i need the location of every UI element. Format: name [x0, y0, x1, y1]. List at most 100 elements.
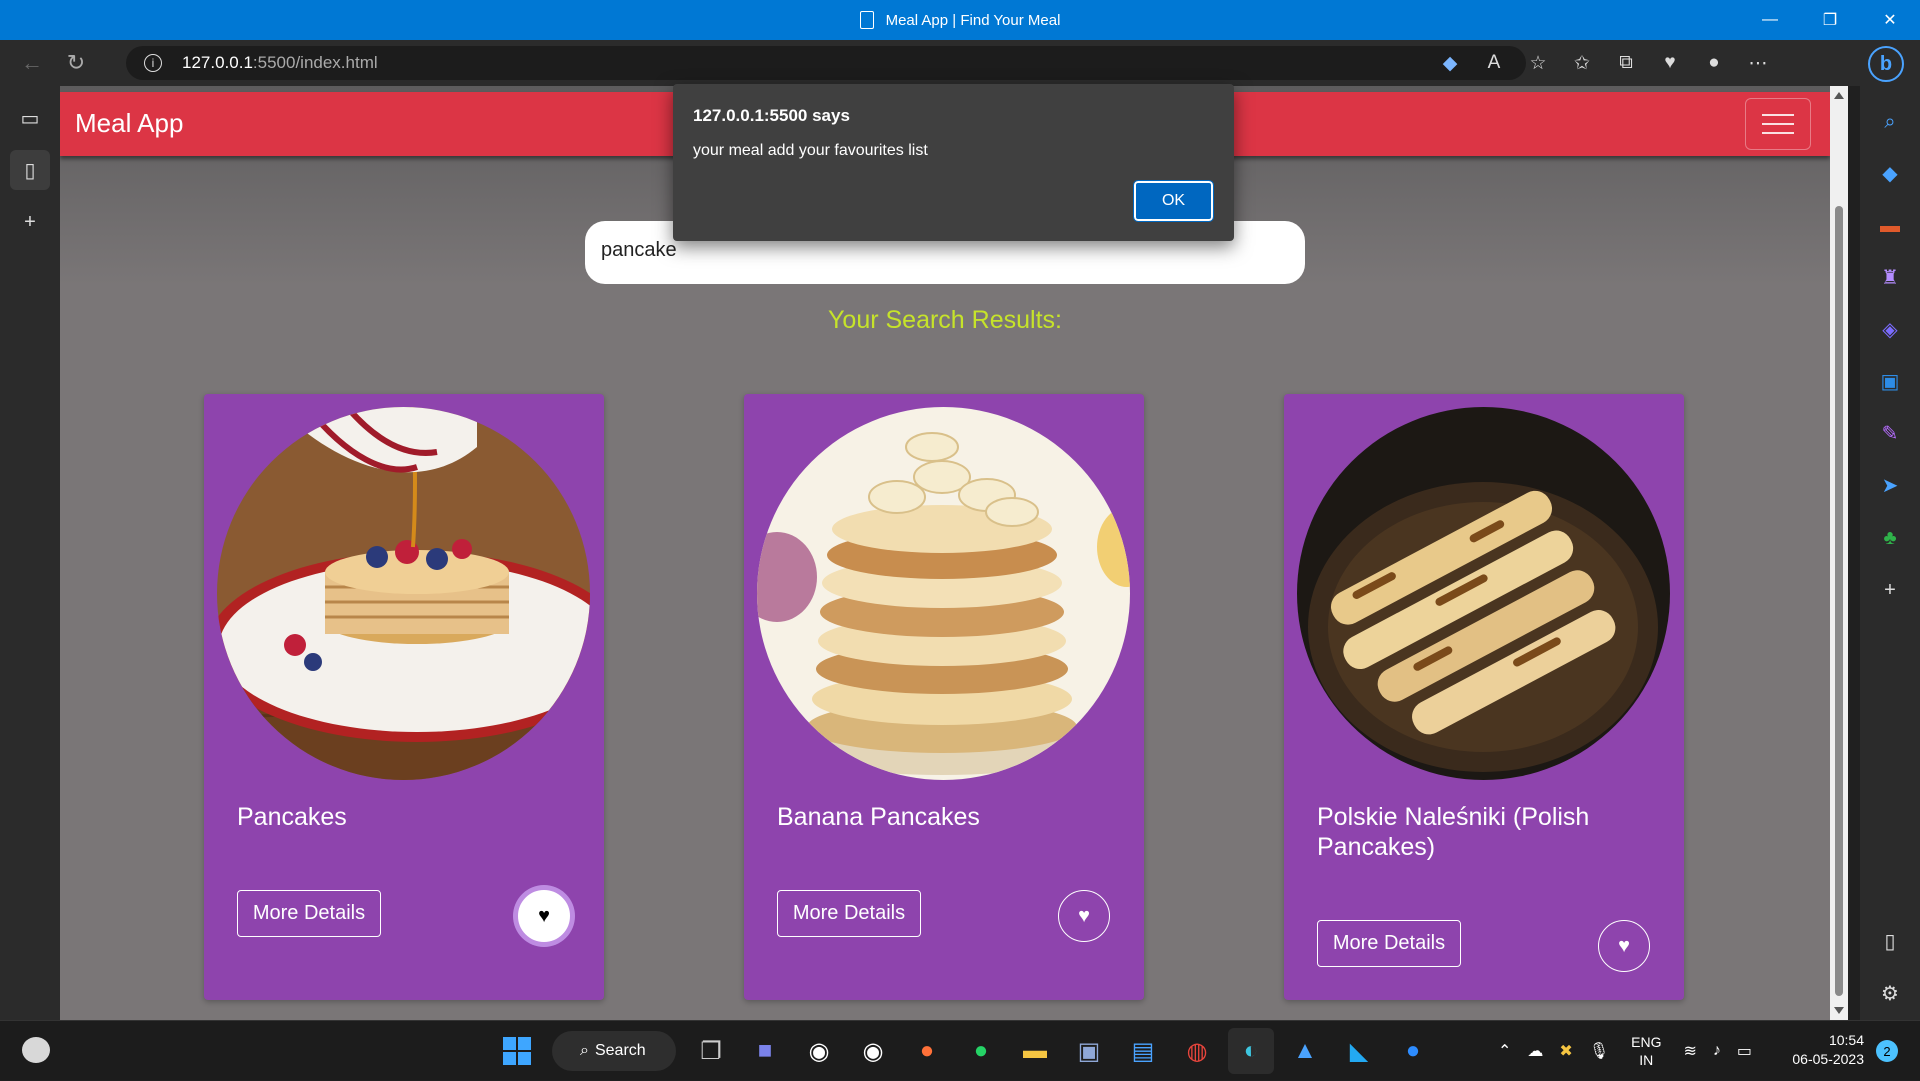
- new-tab-icon[interactable]: +: [10, 202, 50, 242]
- ok-button[interactable]: OK: [1133, 180, 1214, 222]
- settings-icon[interactable]: ⚙: [1860, 968, 1920, 1020]
- health-icon[interactable]: ♥: [1648, 52, 1692, 74]
- language-code: ENG: [1631, 1034, 1662, 1050]
- notepad-icon[interactable]: ▤: [1120, 1028, 1166, 1074]
- heart-icon: ♥: [1618, 934, 1630, 957]
- dialog-title: 127.0.0.1:5500 says: [693, 106, 850, 125]
- tree-icon[interactable]: ♣: [1860, 512, 1920, 564]
- window-titlebar: Meal App | Find Your Meal — ❐ ✕: [0, 0, 1920, 40]
- send-icon[interactable]: ➤: [1860, 460, 1920, 512]
- taskbar: ⌕ Search ❐ ■ ◉ ◉ ● ● ▬ ▣ ▤ ◍ ◐ ▲ ◣ ● ⌃ ☁…: [0, 1020, 1920, 1080]
- meal-name: Pancakes: [237, 803, 347, 831]
- browser-toolbar: ← ↻ i 127.0.0.1:5500/index.html ◆ A ☆ ✩ …: [0, 40, 1920, 86]
- alert-dialog: 127.0.0.1:5500 says your meal add your f…: [673, 84, 1234, 241]
- chrome-icon[interactable]: ◍: [1174, 1028, 1220, 1074]
- vertical-tab-strip: ▭ ▯ +: [0, 86, 60, 1020]
- page-icon: [859, 11, 874, 29]
- meal-card: Banana Pancakes More Details ♥: [744, 394, 1144, 1000]
- microsoft365-icon[interactable]: ◈: [1860, 304, 1920, 356]
- menu-toggle-button[interactable]: [1745, 98, 1811, 150]
- minimize-button[interactable]: —: [1740, 0, 1800, 40]
- region-code: IN: [1639, 1052, 1654, 1068]
- notification-badge[interactable]: 2: [1876, 1040, 1898, 1062]
- meal-name: Polskie Naleśniki (Polish Pancakes): [1317, 803, 1590, 861]
- favourite-button[interactable]: ♥: [518, 890, 570, 942]
- more-details-button[interactable]: More Details: [237, 890, 381, 937]
- volume-icon[interactable]: ♪: [1713, 1042, 1721, 1060]
- coupon-icon[interactable]: ◆: [1428, 52, 1472, 75]
- info-icon[interactable]: i: [144, 54, 162, 72]
- teams-icon[interactable]: ■: [742, 1028, 788, 1074]
- back-button[interactable]: ←: [12, 43, 52, 83]
- meal-image-polish-pancakes: [1297, 407, 1670, 780]
- taskbar-search-label: Search: [594, 1042, 646, 1059]
- time: 10:54: [1828, 1032, 1864, 1048]
- brand-title[interactable]: Meal App: [75, 108, 183, 139]
- scroll-down-arrow[interactable]: [1834, 1007, 1844, 1014]
- file-explorer-icon[interactable]: ▬: [1012, 1028, 1058, 1074]
- language-indicator[interactable]: ENG IN: [1631, 1033, 1661, 1069]
- onedrive-icon[interactable]: ☁: [1527, 1041, 1543, 1061]
- favourite-button[interactable]: ♥: [1058, 890, 1110, 942]
- clock[interactable]: 10:54 06-05-2023: [1780, 1031, 1864, 1069]
- favorites-icon[interactable]: ✩: [1560, 52, 1604, 75]
- meal-card: Pancakes More Details ♥: [204, 394, 604, 1000]
- address-bar[interactable]: i 127.0.0.1:5500/index.html: [126, 46, 1526, 80]
- search-icon[interactable]: ⌕: [1860, 96, 1920, 148]
- more-options-icon[interactable]: ⋯: [1736, 52, 1780, 75]
- window-title: Meal App | Find Your Meal: [885, 11, 1061, 29]
- microphone-icon[interactable]: 🎙: [1589, 1041, 1609, 1061]
- add-sidebar-icon[interactable]: +: [1860, 564, 1920, 616]
- task-view-icon[interactable]: ❐: [688, 1028, 734, 1074]
- battery-icon[interactable]: ▭: [1737, 1041, 1752, 1061]
- weather-icon[interactable]: [22, 1037, 50, 1063]
- refresh-button[interactable]: ↻: [56, 43, 96, 83]
- bing-copilot-icon[interactable]: b: [1868, 46, 1904, 82]
- tab-actions-icon[interactable]: ▭: [10, 98, 50, 138]
- close-button[interactable]: ✕: [1860, 0, 1920, 40]
- profile-avatar[interactable]: ●: [1692, 52, 1736, 74]
- edge-icon[interactable]: ◐: [1228, 1028, 1274, 1074]
- heart-icon: ♥: [538, 904, 550, 927]
- whatsapp-icon[interactable]: ●: [958, 1028, 1004, 1074]
- vscode-icon[interactable]: ◣: [1336, 1028, 1382, 1074]
- firefox-icon[interactable]: ●: [904, 1028, 950, 1074]
- read-aloud-icon[interactable]: A: [1472, 52, 1516, 74]
- sidebar-toggle-icon[interactable]: ▯: [1860, 916, 1920, 968]
- scroll-up-arrow[interactable]: [1834, 92, 1844, 99]
- url-host: 127.0.0.1: [182, 53, 253, 72]
- outlook-icon[interactable]: ▣: [1860, 356, 1920, 408]
- page-scrollbar[interactable]: [1830, 86, 1848, 1020]
- start-button[interactable]: [494, 1028, 540, 1074]
- zoom-icon[interactable]: ●: [1390, 1028, 1436, 1074]
- date: 06-05-2023: [1792, 1051, 1864, 1067]
- photo-app-icon[interactable]: ▣: [1066, 1028, 1112, 1074]
- photos-icon[interactable]: ▲: [1282, 1028, 1328, 1074]
- restore-button[interactable]: ❐: [1800, 0, 1860, 40]
- github-desktop-icon[interactable]: ◉: [850, 1028, 896, 1074]
- search-icon: ⌕: [580, 1042, 589, 1059]
- designer-icon[interactable]: ✎: [1860, 408, 1920, 460]
- taskbar-search[interactable]: ⌕ Search: [552, 1031, 676, 1071]
- results-heading: Your Search Results:: [828, 306, 1062, 334]
- more-details-button[interactable]: More Details: [1317, 920, 1461, 967]
- scrollbar-thumb[interactable]: [1835, 206, 1843, 996]
- wifi-icon[interactable]: ≋: [1683, 1041, 1696, 1061]
- tray-overflow-icon[interactable]: ⌃: [1498, 1041, 1511, 1061]
- meal-image-pancakes: [217, 407, 590, 780]
- url-path: :5500/index.html: [252, 53, 378, 72]
- more-details-button[interactable]: More Details: [777, 890, 921, 937]
- tray-app-icon[interactable]: ✖: [1559, 1041, 1572, 1061]
- shopping-icon[interactable]: ◆: [1860, 148, 1920, 200]
- add-favorite-icon[interactable]: ☆: [1516, 52, 1560, 75]
- active-tab-icon[interactable]: ▯: [10, 150, 50, 190]
- tools-icon[interactable]: ▬: [1860, 200, 1920, 252]
- meal-card: Polskie Naleśniki (Polish Pancakes) More…: [1284, 394, 1684, 1000]
- collections-icon[interactable]: ⧉: [1604, 52, 1648, 74]
- games-icon[interactable]: ♜: [1860, 252, 1920, 304]
- heart-icon: ♥: [1078, 904, 1090, 927]
- favourite-button[interactable]: ♥: [1598, 920, 1650, 972]
- github-icon[interactable]: ◉: [796, 1028, 842, 1074]
- edge-sidebar: ⌕ ◆ ▬ ♜ ◈ ▣ ✎ ➤ ♣ + ▯ ⚙: [1860, 86, 1920, 1020]
- meal-name: Banana Pancakes: [777, 803, 980, 831]
